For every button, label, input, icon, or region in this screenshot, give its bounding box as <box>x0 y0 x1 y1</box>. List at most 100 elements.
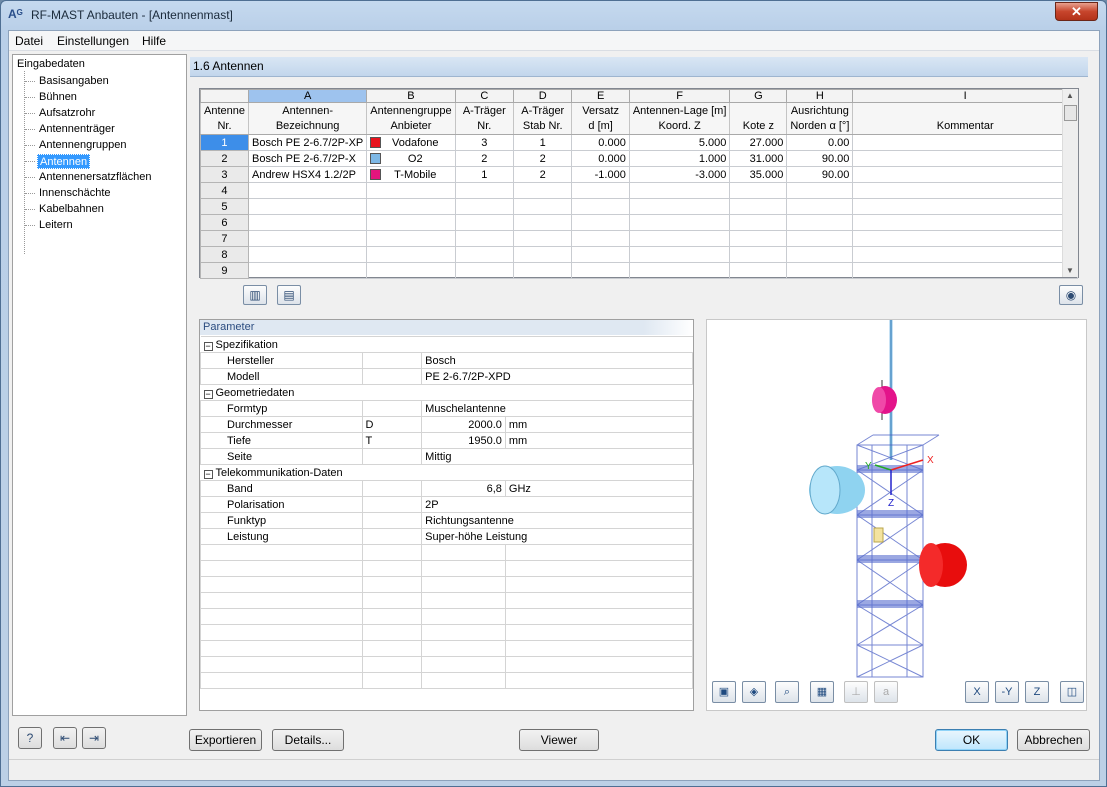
cell-koord[interactable]: -3.000 <box>628 166 731 183</box>
column-letter-c[interactable]: C <box>454 89 515 103</box>
scroll-down-icon[interactable]: ▼ <box>1066 266 1074 275</box>
column-letter-b[interactable]: B <box>366 89 456 103</box>
menu-datei[interactable]: Datei <box>15 34 43 48</box>
cell-versatz[interactable]: 0.000 <box>571 134 630 151</box>
cell-traeger[interactable] <box>454 198 515 215</box>
row-number[interactable]: 5 <box>200 198 249 215</box>
row-number[interactable]: 2 <box>200 150 249 167</box>
cell-provider[interactable] <box>366 214 456 231</box>
cell-traeger[interactable] <box>454 246 515 263</box>
cell-kote[interactable] <box>729 214 788 231</box>
cell-kote[interactable] <box>729 182 788 199</box>
cell-ausr[interactable] <box>786 246 854 263</box>
cell-name[interactable]: Andrew HSX4 1.2/2P <box>247 166 368 183</box>
column-letter-a[interactable]: A <box>247 89 368 103</box>
cell-versatz[interactable] <box>571 262 630 279</box>
cell-kommentar[interactable] <box>852 166 1078 183</box>
view-x-button[interactable]: X <box>965 681 989 703</box>
cell-versatz[interactable] <box>571 246 630 263</box>
column-letter-d[interactable]: D <box>513 89 573 103</box>
param-group[interactable]: − Spezifikation <box>200 336 693 353</box>
cell-koord[interactable] <box>628 230 731 247</box>
nav-item-aufsatzrohr[interactable]: Aufsatzrohr <box>37 106 97 121</box>
cell-name[interactable] <box>247 198 368 215</box>
cell-koord[interactable] <box>628 246 731 263</box>
cell-ausr[interactable] <box>786 262 854 279</box>
cell-kommentar[interactable] <box>852 198 1078 215</box>
details-button[interactable]: Details... <box>272 729 344 751</box>
cell-kote[interactable]: 27.000 <box>729 134 788 151</box>
cell-versatz[interactable]: -1.000 <box>571 166 630 183</box>
next-button[interactable]: ⇥ <box>82 727 106 749</box>
table-scrollbar[interactable]: ▲ ▼ <box>1062 89 1078 277</box>
param-group[interactable]: − Telekommunikation-Daten <box>200 464 693 481</box>
cell-kote[interactable] <box>729 230 788 247</box>
nav-item-antennentr-ger[interactable]: Antennenträger <box>37 122 117 137</box>
cell-ausr[interactable]: 90.00 <box>786 150 854 167</box>
row-number[interactable]: 3 <box>200 166 249 183</box>
column-letter-g[interactable]: G <box>729 89 788 103</box>
cell-provider[interactable]: Vodafone <box>366 134 456 151</box>
cell-ausr[interactable] <box>786 182 854 199</box>
column-letter-i[interactable]: I <box>852 89 1078 103</box>
cancel-button[interactable]: Abbrechen <box>1017 729 1090 751</box>
cell-ausr[interactable] <box>786 198 854 215</box>
cell-kommentar[interactable] <box>852 134 1078 151</box>
cell-versatz[interactable] <box>571 182 630 199</box>
cell-provider[interactable]: O2 <box>366 150 456 167</box>
nav-item-antennen[interactable]: Antennen <box>37 154 91 169</box>
cell-name[interactable]: Bosch PE 2-6.7/2P-X <box>247 150 368 167</box>
previous-button[interactable]: ⇤ <box>53 727 77 749</box>
scroll-up-icon[interactable]: ▲ <box>1066 91 1074 100</box>
menu-einstellungen[interactable]: Einstellungen <box>57 34 129 48</box>
row-number[interactable]: 8 <box>200 246 249 263</box>
resize-grip-icon[interactable] <box>1083 762 1099 779</box>
cell-stab[interactable] <box>513 262 573 279</box>
cell-koord[interactable]: 1.000 <box>628 150 731 167</box>
cell-name[interactable] <box>247 230 368 247</box>
close-button[interactable]: ✕ <box>1055 2 1098 21</box>
row-number[interactable]: 4 <box>200 182 249 199</box>
cell-stab[interactable] <box>513 246 573 263</box>
cell-versatz[interactable] <box>571 198 630 215</box>
view-isometric-button[interactable]: ◈ <box>742 681 766 703</box>
cell-stab[interactable]: 2 <box>513 150 573 167</box>
cell-kote[interactable] <box>729 198 788 215</box>
display-options-button[interactable]: ▦ <box>810 681 834 703</box>
cell-kommentar[interactable] <box>852 150 1078 167</box>
cell-stab[interactable] <box>513 182 573 199</box>
cell-kommentar[interactable] <box>852 230 1078 247</box>
cell-kommentar[interactable] <box>852 182 1078 199</box>
param-value[interactable]: Muschelantenne <box>421 400 693 417</box>
row-number[interactable]: 7 <box>200 230 249 247</box>
cell-provider[interactable] <box>366 198 456 215</box>
cell-name[interactable]: Bosch PE 2-6.7/2P-XP <box>247 134 368 151</box>
collapse-icon[interactable]: − <box>203 389 213 399</box>
cell-versatz[interactable] <box>571 230 630 247</box>
view-render-button[interactable]: ▣ <box>712 681 736 703</box>
column-letter-f[interactable]: F <box>628 89 731 103</box>
cell-kote[interactable]: 35.000 <box>729 166 788 183</box>
param-value[interactable]: 2000.0 <box>421 416 506 433</box>
tower-3d-view[interactable]: X Y Z <box>707 320 1087 711</box>
cell-provider[interactable] <box>366 262 456 279</box>
nav-item-antennenersatzfl-chen[interactable]: Antennenersatzflächen <box>37 170 154 185</box>
nav-item-b-hnen[interactable]: Bühnen <box>37 90 79 105</box>
view-toggle-button[interactable]: ◉ <box>1059 285 1083 305</box>
cell-name[interactable] <box>247 262 368 279</box>
cell-stab[interactable]: 1 <box>513 134 573 151</box>
ok-button[interactable]: OK <box>935 729 1008 751</box>
cell-koord[interactable] <box>628 262 731 279</box>
cell-kommentar[interactable] <box>852 262 1078 279</box>
cell-ausr[interactable] <box>786 230 854 247</box>
cell-traeger[interactable] <box>454 182 515 199</box>
cell-koord[interactable]: 5.000 <box>628 134 731 151</box>
param-value[interactable]: PE 2-6.7/2P-XPD <box>421 368 693 385</box>
cell-ausr[interactable]: 90.00 <box>786 166 854 183</box>
param-value[interactable]: Richtungsantenne <box>421 512 693 529</box>
library-button[interactable]: ▥ <box>243 285 267 305</box>
dimension-button[interactable]: ⊥ <box>844 681 868 703</box>
corner-cell[interactable] <box>200 89 249 103</box>
nav-item-leitern[interactable]: Leitern <box>37 218 75 233</box>
cell-koord[interactable] <box>628 182 731 199</box>
